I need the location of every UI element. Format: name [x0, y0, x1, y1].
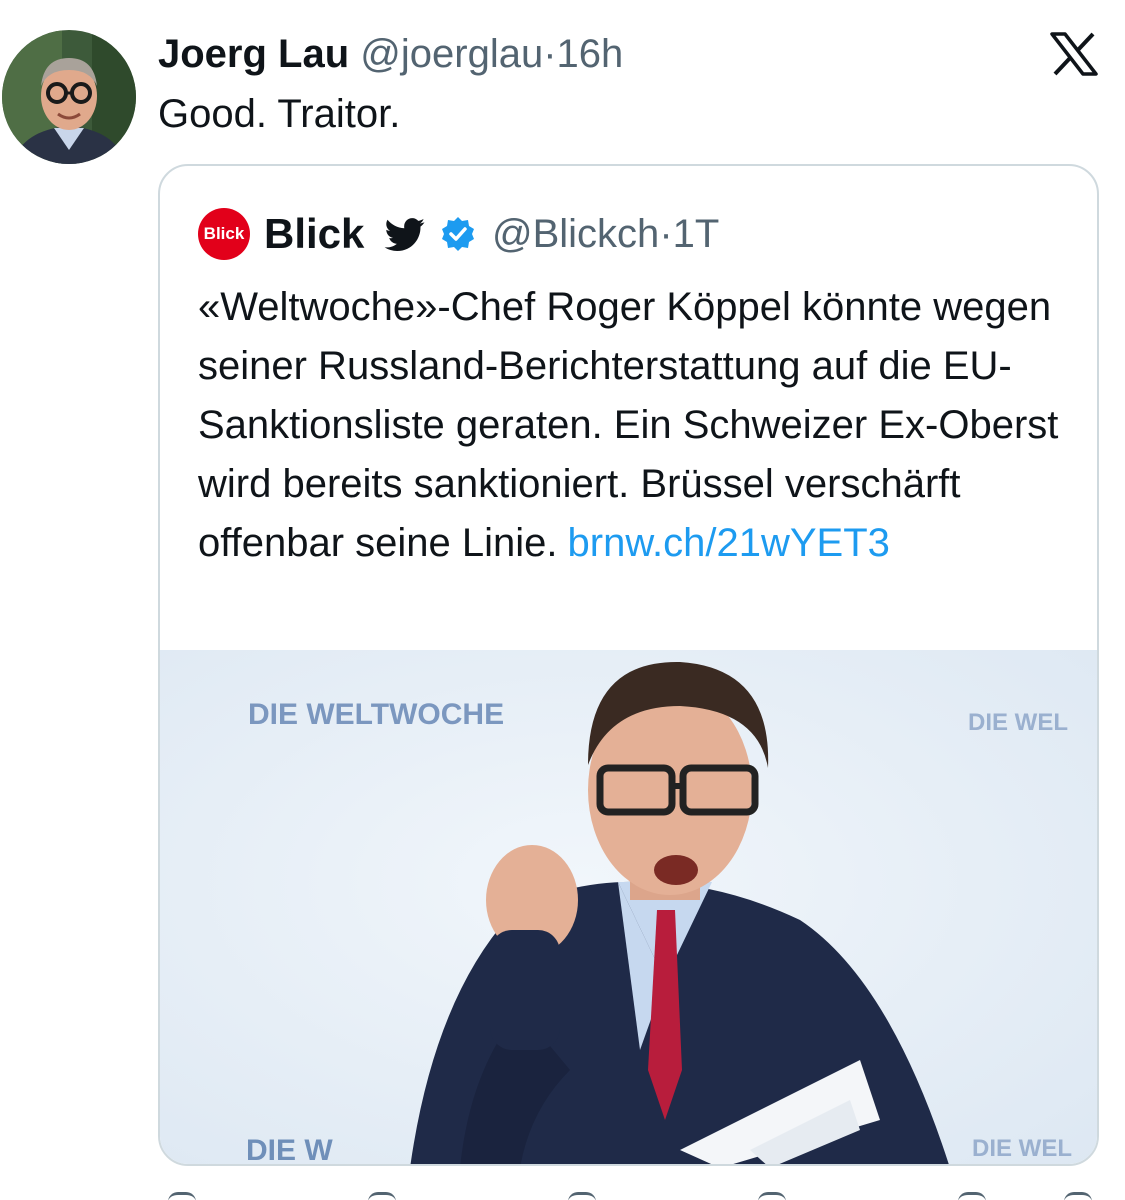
quoted-tweet[interactable]: Blick Blick @Blickch·1T «Weltwoche»-Chef…: [158, 164, 1099, 1166]
quoted-tweet-text: «Weltwoche»-Chef Roger Köppel könnte weg…: [198, 278, 1078, 573]
tweet-header: Joerg Lau @joerglau·16h: [158, 30, 623, 78]
x-logo-icon[interactable]: [1050, 32, 1098, 76]
tweet-card: Joerg Lau @joerglau·16h Good. Traitor. B…: [0, 0, 1125, 1200]
bookmark-icon[interactable]: [958, 1192, 986, 1200]
like-icon[interactable]: [568, 1192, 596, 1200]
quoted-tweet-link[interactable]: brnw.ch/21wYET3: [568, 521, 890, 565]
image-backdrop-text-right: DIE WEL: [968, 709, 1068, 736]
author-handle[interactable]: @joerglau: [360, 32, 543, 76]
quoted-author-meta: @Blickch·1T: [492, 208, 719, 260]
share-icon[interactable]: [1064, 1192, 1092, 1200]
separator-dot: ·: [543, 32, 557, 76]
verified-badge-icon: [442, 217, 474, 251]
views-icon[interactable]: [758, 1192, 786, 1200]
avatar[interactable]: [2, 30, 136, 164]
author-name[interactable]: Joerg Lau: [158, 32, 349, 76]
action-bar: [158, 1186, 1099, 1200]
reply-icon[interactable]: [168, 1192, 196, 1200]
quoted-author-handle[interactable]: @Blickch: [492, 212, 659, 256]
image-backdrop-text-bottom-right: DIE WEL: [972, 1135, 1072, 1162]
timestamp[interactable]: 16h: [557, 32, 624, 76]
tweet-text: Good. Traitor.: [158, 92, 401, 136]
quoted-tweet-image[interactable]: DIE WELTWOCHE DIE WEL DIE W DIE WEL: [160, 650, 1097, 1166]
quoted-timestamp[interactable]: 1T: [673, 212, 720, 256]
separator-dot: ·: [659, 212, 673, 256]
retweet-icon[interactable]: [368, 1192, 396, 1200]
image-backdrop-text-left: DIE WELTWOCHE: [248, 698, 504, 731]
image-backdrop-text-bottom-left: DIE W: [246, 1134, 333, 1166]
blick-logo-avatar[interactable]: Blick: [198, 208, 250, 260]
twitter-bird-icon: [384, 218, 425, 251]
quoted-author-name[interactable]: Blick: [264, 208, 364, 260]
